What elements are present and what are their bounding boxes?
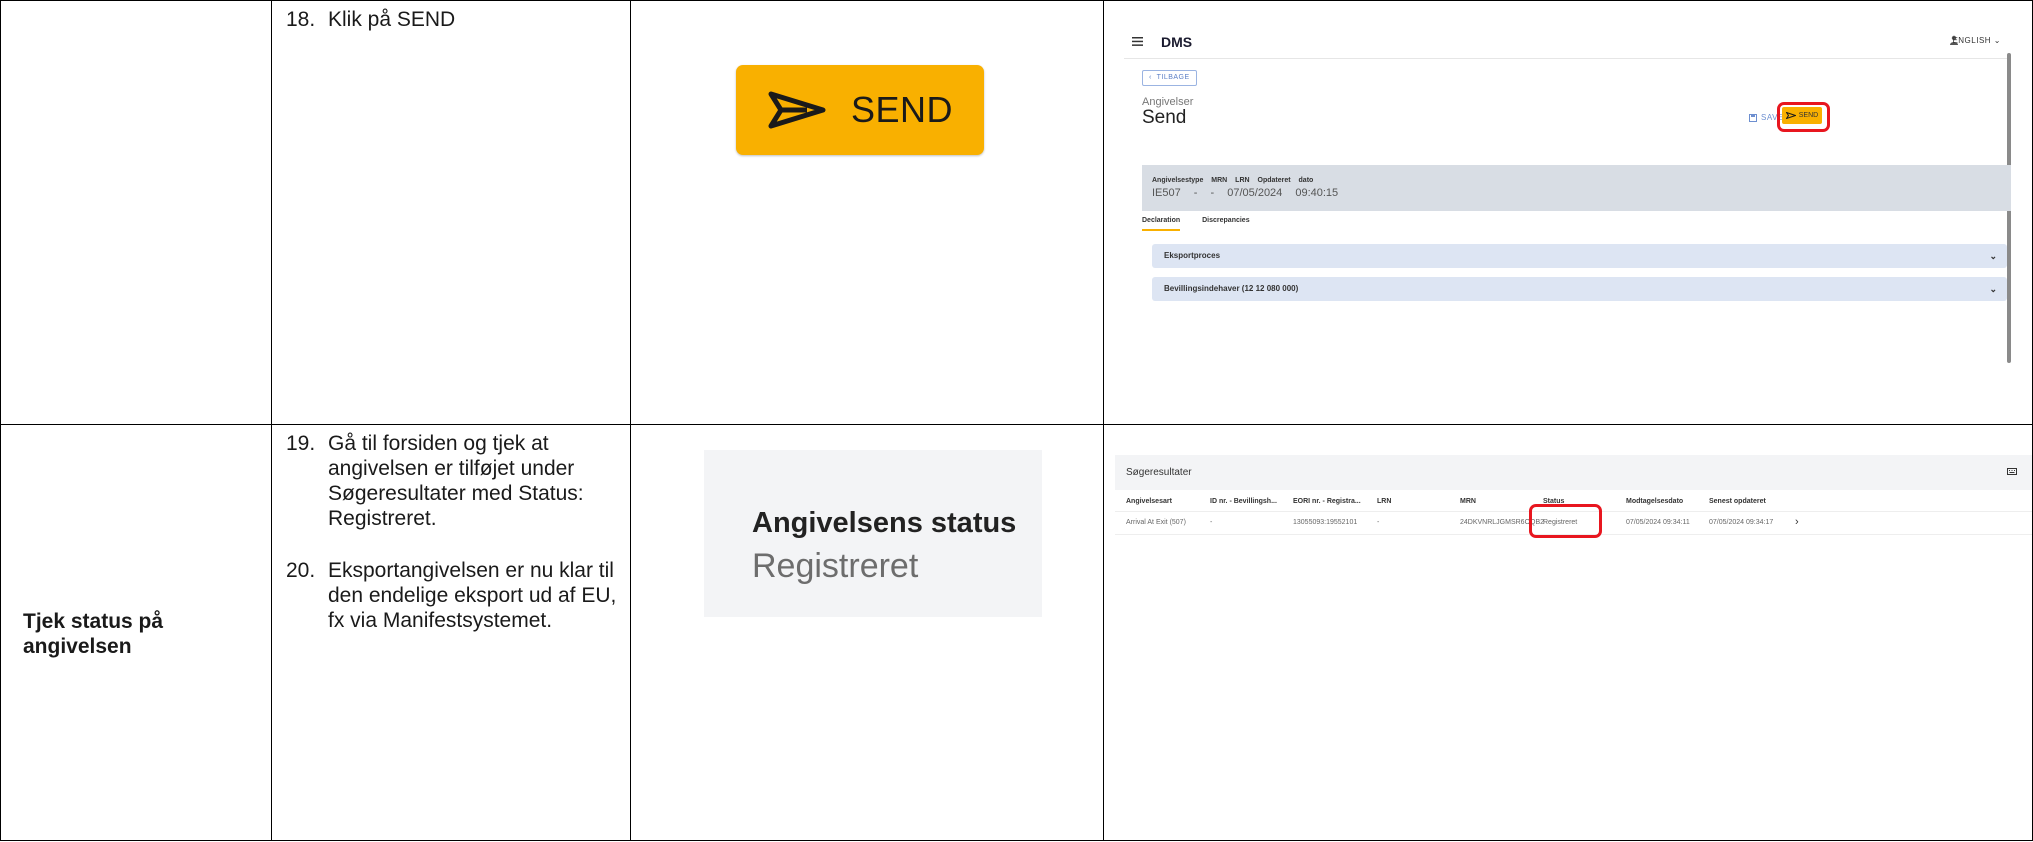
table-cell: - (1377, 519, 1380, 526)
back-button[interactable]: ‹ TILBAGE (1142, 70, 1197, 86)
zoomed-send-button: SEND (736, 65, 984, 155)
step-number: 20. (286, 559, 316, 582)
task-title-cell: Tjek status på angivelsen (0, 424, 272, 841)
step-item: 20. Eksportangivelsen er nu klar til den… (286, 558, 618, 633)
zoomed-status-value: Registreret (752, 547, 919, 585)
hamburger-menu-icon[interactable] (1132, 37, 1143, 46)
chevron-down-icon: ⌄ (1989, 251, 1997, 261)
table-cell: Arrival At Exit (507) (1126, 519, 1186, 526)
screenshot-cell: DMS ENGLISH ⌄ ‹ TILBAGE Angivelser Send (1103, 0, 2033, 425)
table-cell: 13055093:19552101 (1293, 519, 1358, 526)
step-text: Eksportangivelsen er nu klar til den end… (328, 559, 617, 632)
chevron-left-icon: ‹ (1149, 74, 1152, 81)
chevron-down-icon: ⌄ (1993, 36, 2001, 45)
table-cell: 07/05/2024 09:34:17 (1709, 519, 1774, 526)
highlight-box (1777, 102, 1830, 132)
column-header[interactable]: Modtagelsesdato (1626, 498, 1683, 505)
step-item: 19. Gå til forsiden og tjek at angivelse… (286, 431, 618, 531)
task-title: Tjek status på angivelsen (23, 610, 164, 658)
highlight-box (1529, 504, 1602, 538)
chevron-down-icon: ⌄ (1989, 284, 1997, 294)
step-text: Klik på SEND (328, 8, 456, 31)
table-cell: 07/05/2024 09:34:11 (1626, 519, 1690, 526)
guide-table: 18. Klik på SEND SEND DMS ENGLISH ⌄ ‹ TI… (0, 0, 2033, 841)
step-number: 18. (286, 8, 316, 31)
zoomed-send-label: SEND (850, 89, 954, 130)
zoom-cell: Angivelsens status Registreret (630, 424, 1104, 841)
accordion-label: Bevillingsindehaver (12 12 080 000) (1164, 284, 1299, 293)
step-number: 19. (286, 432, 316, 455)
declaration-info-band: Angivelsestype MRN LRN Opdateret dato IE… (1142, 165, 2011, 211)
column-header[interactable]: EORI nr. - Registra... (1293, 498, 1361, 505)
step-text: Gå til forsiden og tjek at angivelsen er… (328, 432, 584, 530)
column-header[interactable]: LRN (1377, 498, 1391, 505)
tab-bar: Declaration Discrepancies (1142, 217, 1250, 231)
step-list: 19. Gå til forsiden og tjek at angivelse… (273, 426, 630, 634)
dms-screenshot: DMS ENGLISH ⌄ ‹ TILBAGE Angivelser Send (1124, 25, 2011, 377)
page-title: Send (1142, 107, 1187, 128)
results-header: Søgeresultater (1115, 455, 2032, 490)
column-header[interactable]: ID nr. - Bevillingsh... (1210, 498, 1277, 505)
screenshot-cell: Søgeresultater Angivelsesart ID nr. - Be… (1103, 424, 2033, 841)
app-header: DMS ENGLISH ⌄ (1124, 25, 2011, 59)
step-list: 18. Klik på SEND (273, 2, 630, 33)
guide-row-send: 18. Klik på SEND SEND DMS ENGLISH ⌄ ‹ TI… (0, 0, 2033, 425)
table-cell: - (1210, 519, 1213, 526)
tab-discrepancies[interactable]: Discrepancies (1202, 217, 1249, 231)
steps-cell: 19. Gå til forsiden og tjek at angivelse… (271, 424, 631, 841)
keyboard-icon[interactable] (2007, 468, 2017, 475)
info-header: Angivelsestype MRN LRN Opdateret dato (1152, 177, 1314, 184)
zoomed-status-label: Angivelsens status (752, 507, 1017, 539)
back-button-label: TILBAGE (1156, 74, 1190, 81)
steps-cell: 18. Klik på SEND (271, 0, 631, 425)
column-header[interactable]: Senest opdateret (1709, 498, 1766, 505)
zoomed-status: Angivelsens status Registreret (704, 450, 1042, 617)
column-header[interactable]: MRN (1460, 498, 1476, 505)
tab-declaration[interactable]: Declaration (1142, 217, 1181, 231)
language-selector[interactable]: ENGLISH ⌄ (1952, 36, 2001, 45)
language-label: ENGLISH (1952, 36, 1992, 45)
results-title: Søgeresultater (1126, 467, 1192, 478)
app-brand: DMS (1161, 33, 1193, 50)
guide-row-status: Tjek status på angivelsen 19. Gå til for… (0, 424, 2033, 841)
chevron-right-icon[interactable]: › (1795, 516, 1799, 528)
task-title-cell (0, 0, 272, 425)
step-item: 18. Klik på SEND (286, 7, 618, 32)
info-values: IE507 - - 07/05/2024 09:40:15 (1152, 187, 1339, 199)
column-header[interactable]: Angivelsesart (1126, 498, 1172, 505)
accordion-eksportproces[interactable]: Eksportproces ⌄ (1152, 244, 2007, 268)
accordion-bevillingsindehaver[interactable]: Bevillingsindehaver (12 12 080 000) ⌄ (1152, 277, 2007, 301)
accordion-label: Eksportproces (1164, 251, 1221, 260)
send-icon (768, 91, 826, 129)
zoom-cell: SEND (630, 0, 1104, 425)
save-icon (1749, 113, 1757, 122)
search-results-screenshot: Søgeresultater Angivelsesart ID nr. - Be… (1115, 455, 2032, 538)
